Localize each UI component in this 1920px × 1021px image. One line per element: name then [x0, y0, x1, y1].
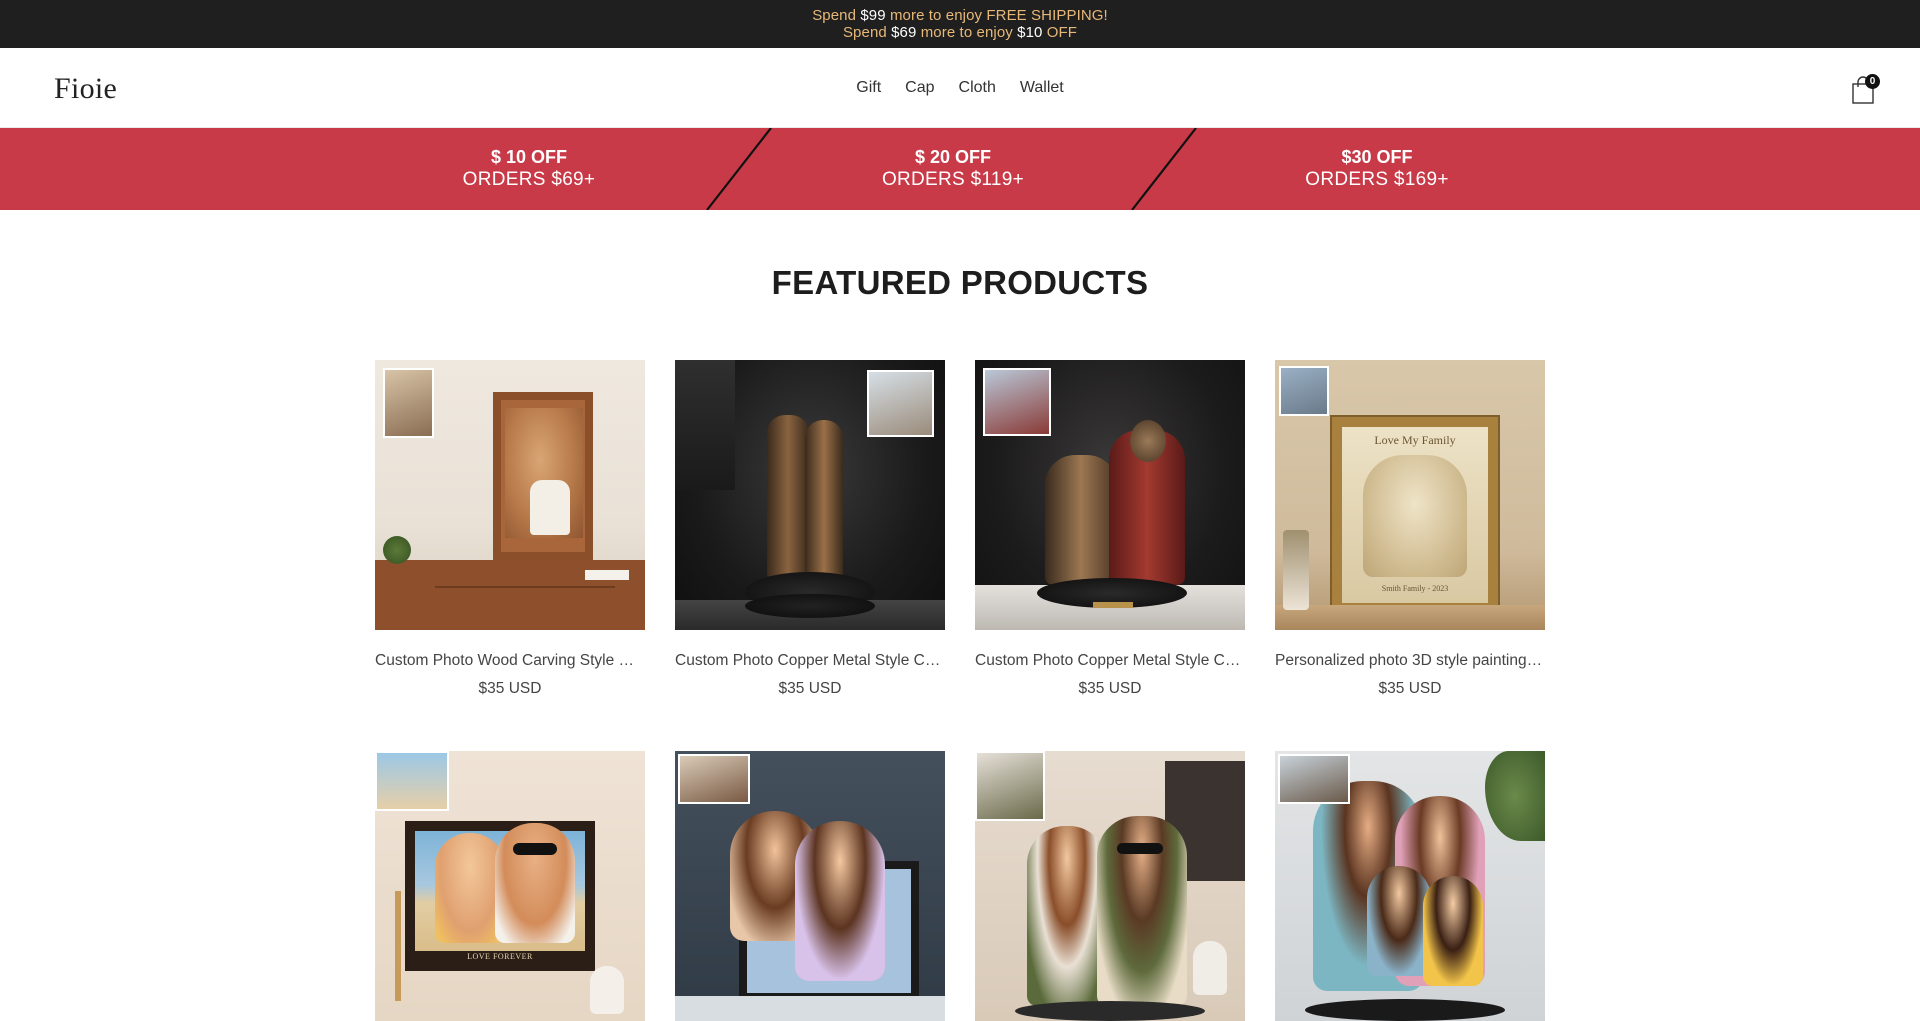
product-card[interactable]: Custom Photo Wood Carving Style Couple P…	[375, 360, 645, 698]
plant	[383, 536, 411, 564]
cartoon-man	[495, 823, 575, 943]
site-header: Fioie Gift Cap Cloth Wallet 0	[0, 48, 1920, 128]
sunglasses	[513, 843, 557, 855]
product-title[interactable]: Custom Photo Copper Metal Style Couple S…	[675, 652, 945, 670]
statue-man	[767, 415, 809, 580]
reference-photo-thumbnail	[975, 751, 1045, 821]
product-price: $35 USD	[1378, 680, 1442, 697]
product-image[interactable]	[975, 360, 1245, 630]
product-title[interactable]: Personalized photo 3D style painting fam…	[1275, 652, 1545, 670]
nav-link-cloth[interactable]: Cloth	[947, 79, 1008, 97]
reference-photo-thumbnail	[383, 368, 434, 438]
frame-inscription: Love My Family	[1374, 433, 1456, 447]
statue-head	[1130, 420, 1166, 462]
reference-photo-thumbnail	[678, 754, 750, 804]
product-image[interactable]: Love My Family Smith Family - 2023	[1275, 360, 1545, 630]
statue-woman	[805, 420, 843, 580]
carved-dress	[530, 480, 570, 535]
announcement-line-2: Spend $69 more to enjoy $10 OFF	[843, 24, 1077, 41]
promo-threshold: ORDERS $119+	[881, 169, 1025, 190]
announcement-text: OFF	[1042, 24, 1078, 41]
product-price: $35 USD	[1078, 680, 1142, 697]
cart-button[interactable]: 0	[1846, 74, 1880, 108]
product-card[interactable]: Custom Photo Copper Metal Style Couple B…	[975, 360, 1245, 698]
product-image[interactable]	[975, 751, 1245, 1021]
promo-discount: $ 20 OFF	[914, 147, 992, 167]
window	[675, 360, 735, 490]
reference-photo-thumbnail	[1278, 754, 1350, 804]
nav-link-cap[interactable]: Cap	[893, 79, 946, 97]
promo-threshold: ORDERS $69+	[462, 169, 596, 190]
table	[675, 996, 945, 1021]
cartoon-woman	[1027, 826, 1107, 1006]
sunglasses	[1117, 843, 1163, 854]
promo-discount: $30 OFF	[1341, 147, 1413, 167]
product-image[interactable]	[675, 360, 945, 630]
announcement-text: more to enjoy FREE SHIPPING!	[885, 7, 1108, 24]
announcement-amount: $99	[860, 7, 886, 24]
vase	[1283, 530, 1309, 610]
product-image[interactable]	[675, 751, 945, 1021]
statue-base-front	[745, 594, 875, 618]
dresser-line	[435, 586, 615, 588]
product-title[interactable]: Custom Photo Wood Carving Style Couple P…	[375, 652, 645, 670]
frame-plate-text: Smith Family - 2023	[1381, 584, 1449, 593]
cat-figurine	[590, 966, 624, 1014]
figurine-base	[1015, 1001, 1205, 1021]
statue-woman	[1045, 455, 1117, 585]
custom-text-plate	[1093, 602, 1133, 608]
promo-strip: $ 10 OFF ORDERS $69+ $ 20 OFF ORDERS $11…	[0, 128, 1920, 210]
product-grid: Custom Photo Wood Carving Style Couple P…	[375, 360, 1545, 1021]
product-card[interactable]: Love My Family Smith Family - 2023 Perso…	[1275, 360, 1545, 698]
cartoon-daughter	[795, 821, 885, 981]
announcement-discount: $10	[1017, 24, 1043, 41]
announcement-text: more to enjoy	[916, 24, 1018, 41]
reference-photo-thumbnail	[375, 751, 449, 811]
figurine-base	[1305, 999, 1505, 1021]
promo-tier-2: $ 20 OFF ORDERS $119+	[803, 128, 1103, 210]
promo-discount: $ 10 OFF	[490, 147, 568, 167]
product-image[interactable]	[1275, 751, 1545, 1021]
nav-link-wallet[interactable]: Wallet	[1008, 79, 1076, 97]
product-title[interactable]: Custom Photo Copper Metal Style Couple B…	[975, 652, 1245, 670]
announcement-bar: Spend $99 more to enjoy FREE SHIPPING! S…	[0, 0, 1920, 48]
reference-photo-thumbnail	[983, 368, 1051, 436]
product-card[interactable]	[975, 751, 1245, 1021]
promo-threshold: ORDERS $169+	[1305, 169, 1449, 190]
product-price: $35 USD	[478, 680, 542, 697]
section-title: FEATURED PRODUCTS	[771, 264, 1149, 301]
product-card[interactable]: Custom Photo Copper Metal Style Couple S…	[675, 360, 945, 698]
promo-divider	[706, 128, 772, 210]
announcement-line-1: Spend $99 more to enjoy FREE SHIPPING!	[812, 7, 1108, 24]
cart-count-badge: 0	[1865, 74, 1880, 89]
reference-photo-thumbnail	[867, 370, 934, 437]
shelf	[1275, 605, 1545, 630]
books	[585, 570, 629, 580]
product-card[interactable]	[675, 751, 945, 1021]
cat-figurine	[1193, 941, 1227, 995]
product-card[interactable]	[1275, 751, 1545, 1021]
promo-tier-1: $ 10 OFF ORDERS $69+	[379, 128, 679, 210]
product-image[interactable]: LOVE FOREVER	[375, 751, 645, 1021]
family-relief	[1363, 455, 1467, 577]
product-image[interactable]	[375, 360, 645, 630]
promo-divider	[1131, 128, 1197, 210]
cartoon-child-1	[1367, 866, 1431, 976]
announcement-amount: $69	[891, 24, 917, 41]
announcement-text: Spend	[842, 24, 892, 41]
main-nav: Gift Cap Cloth Wallet	[0, 48, 1920, 128]
product-card[interactable]: LOVE FOREVER	[375, 751, 645, 1021]
product-price: $35 USD	[778, 680, 842, 697]
frame-inscription: LOVE FOREVER	[467, 952, 533, 961]
plant	[1485, 751, 1545, 841]
dried-grass	[395, 891, 401, 1001]
reference-photo-thumbnail	[1279, 366, 1329, 416]
cartoon-child-2	[1423, 876, 1483, 986]
promo-tier-3: $30 OFF ORDERS $169+	[1227, 128, 1527, 210]
nav-link-gift[interactable]: Gift	[844, 79, 893, 97]
announcement-text: Spend	[812, 7, 861, 24]
